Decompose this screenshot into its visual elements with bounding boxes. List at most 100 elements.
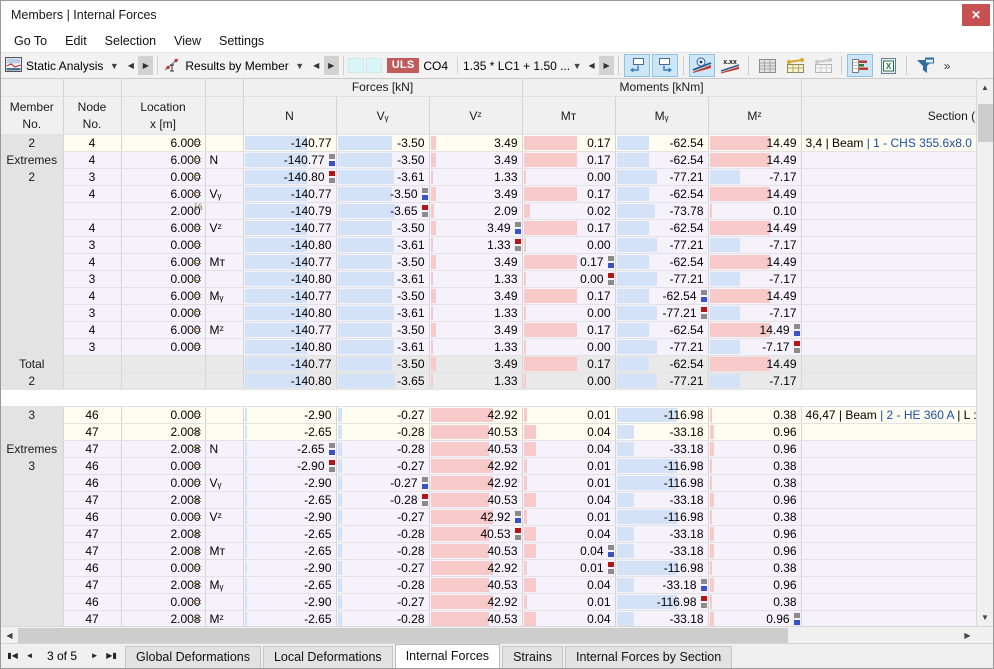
cell-my[interactable]: -116.98 — [615, 474, 709, 492]
cell-node-no[interactable] — [63, 372, 122, 390]
cell-vz[interactable]: 1.33 — [429, 304, 523, 322]
cell-n[interactable]: -140.79 — [243, 202, 337, 220]
cell-location[interactable]: 2.008 — [121, 423, 206, 441]
cell-vz[interactable]: 1.33 — [429, 168, 523, 186]
table-row[interactable]: 46 0.000 -2.90 -0.27 42.92 0.01 -116.98 0.38 — [1, 559, 976, 577]
cell-vy[interactable]: -0.28 — [336, 440, 430, 458]
cell-vz[interactable]: 3.49 — [429, 253, 523, 271]
cell-location[interactable]: 0.000 — [121, 406, 206, 424]
cell-vz[interactable]: 3.49 — [429, 134, 523, 152]
cell-vz[interactable]: 1.33 — [429, 236, 523, 254]
cell-mz[interactable]: 14.49 — [708, 185, 802, 203]
cell-mt[interactable]: 0.01 — [522, 474, 616, 492]
cell-mz[interactable]: -7.17 — [708, 338, 802, 356]
section-link[interactable]: | 2 - HE 360 A — [880, 408, 957, 422]
cell-location[interactable]: 2.008 — [121, 491, 206, 509]
results-next-button[interactable]: ▶ — [323, 56, 339, 75]
cell-n[interactable]: -140.77 — [243, 185, 337, 203]
cell-vz[interactable]: 42.92 — [429, 508, 523, 526]
cell-n[interactable]: -140.77 — [243, 134, 337, 152]
cell-my[interactable]: -62.54 — [615, 185, 709, 203]
scroll-right-button[interactable]: ▶ — [959, 627, 976, 644]
tab-internal-forces[interactable]: Internal Forces — [394, 644, 501, 668]
cell-node-no[interactable]: 3 — [63, 338, 122, 356]
results-grid[interactable]: Forces [kN] Moments [kNm] Member No. Nod… — [1, 79, 976, 626]
cell-mt[interactable]: 0.17 — [522, 253, 616, 271]
cell-my[interactable]: -77.21 — [615, 270, 709, 288]
cell-my[interactable]: -33.18 — [615, 542, 709, 560]
toolbar-overflow-button[interactable]: » — [939, 59, 955, 73]
cell-mz[interactable]: 0.38 — [708, 474, 802, 492]
cell-mz[interactable]: 0.96 — [708, 440, 802, 458]
analysis-next-button[interactable]: ▶ — [138, 56, 154, 75]
cell-mz[interactable]: 0.38 — [708, 508, 802, 526]
cell-mz[interactable]: 0.38 — [708, 593, 802, 611]
cell-n[interactable]: -140.77 — [243, 219, 337, 237]
cell-vz[interactable]: 3.49 — [429, 321, 523, 339]
cell-mt[interactable]: 0.17 — [522, 134, 616, 152]
cell-mz[interactable]: 14.49 — [708, 287, 802, 305]
cell-vz[interactable]: 40.53 — [429, 491, 523, 509]
cell-node-no[interactable]: 4 — [63, 321, 122, 339]
scroll-left-button[interactable]: ◀ — [1, 627, 18, 644]
cell-mt[interactable]: 0.00 — [522, 372, 616, 390]
cell-node-no[interactable]: 47 — [63, 491, 122, 509]
cell-my[interactable]: -33.18 — [615, 610, 709, 626]
cell-mt[interactable]: 0.00 — [522, 168, 616, 186]
cell-mt[interactable]: 0.04 — [522, 542, 616, 560]
cell-vy[interactable]: -3.61 — [336, 168, 430, 186]
cell-vz[interactable]: 42.92 — [429, 474, 523, 492]
cell-vz[interactable]: 3.49 — [429, 287, 523, 305]
cell-vy[interactable]: -0.28 — [336, 491, 430, 509]
cell-my[interactable]: -116.98 — [615, 559, 709, 577]
cell-node-no[interactable]: 47 — [63, 542, 122, 560]
cell-mt[interactable]: 0.17 — [522, 287, 616, 305]
export-excel-icon[interactable]: X — [875, 54, 901, 77]
cell-mz[interactable]: 0.96 — [708, 423, 802, 441]
cell-n[interactable]: -2.65 — [243, 525, 337, 543]
tab-global-deformations[interactable]: Global Deformations — [125, 646, 261, 668]
cell-section-material-member[interactable] — [801, 372, 976, 390]
cell-my[interactable]: -116.98 — [615, 457, 709, 475]
cell-n[interactable]: -140.77 — [243, 287, 337, 305]
cell-n[interactable]: -140.77 — [243, 355, 337, 373]
cell-mt[interactable]: 0.17 — [522, 355, 616, 373]
cell-vy[interactable]: -3.61 — [336, 270, 430, 288]
cell-my[interactable]: -77.21 — [615, 304, 709, 322]
cell-node-no[interactable]: 4 — [63, 287, 122, 305]
cell-mt[interactable]: 0.01 — [522, 457, 616, 475]
cell-mt[interactable]: 0.00 — [522, 304, 616, 322]
cell-node-no[interactable]: 46 — [63, 559, 122, 577]
column-header-location[interactable]: Location x [m] — [121, 96, 206, 135]
cell-vz[interactable]: 40.53 — [429, 440, 523, 458]
column-header-vz[interactable]: Vᶻ — [429, 96, 523, 135]
cell-vy[interactable]: -3.50 — [336, 134, 430, 152]
cell-location[interactable]: 2.008 — [121, 576, 206, 594]
analysis-type-combo[interactable]: Static Analysis ▼ — [3, 54, 123, 77]
cell-vz[interactable]: 2.09 — [429, 202, 523, 220]
table-row[interactable]: 47 2.008 -2.65 -0.28 40.53 0.04 -33.18 0.96 — [1, 491, 976, 509]
pager-prev-button[interactable]: ◄ — [22, 646, 37, 666]
results-view-combo[interactable]: Results by Member ▼ — [162, 54, 308, 77]
cell-node-no[interactable]: 47 — [63, 610, 122, 626]
cell-section-material-member[interactable] — [801, 236, 976, 254]
next-value-icon[interactable] — [652, 54, 679, 77]
table-grid-icon[interactable] — [754, 54, 780, 77]
cell-mt[interactable]: 0.04 — [522, 440, 616, 458]
cell-section-material-member[interactable] — [801, 355, 976, 373]
column-header-component[interactable] — [205, 96, 244, 135]
table-row[interactable]: 4 6.000 Mᶻ -140.77 -3.50 3.49 0.17 -62.54 14.49 — [1, 321, 976, 339]
cell-mz[interactable]: 0.96 — [708, 576, 802, 594]
cell-location[interactable]: 6.000 — [121, 134, 206, 152]
cell-section-material-member[interactable] — [801, 525, 976, 543]
cell-section-material-member[interactable] — [801, 338, 976, 356]
cell-my[interactable]: -33.18 — [615, 423, 709, 441]
column-header-n[interactable]: N — [243, 96, 337, 135]
column-header-node[interactable]: Node No. — [63, 96, 122, 135]
cell-vy[interactable]: -0.28 — [336, 576, 430, 594]
cell-my[interactable]: -116.98 — [615, 593, 709, 611]
cell-location[interactable]: 6.000 — [121, 287, 206, 305]
cell-location[interactable]: 2.008 — [121, 525, 206, 543]
cell-vy[interactable]: -0.28 — [336, 525, 430, 543]
cell-n[interactable]: -140.77 — [243, 253, 337, 271]
